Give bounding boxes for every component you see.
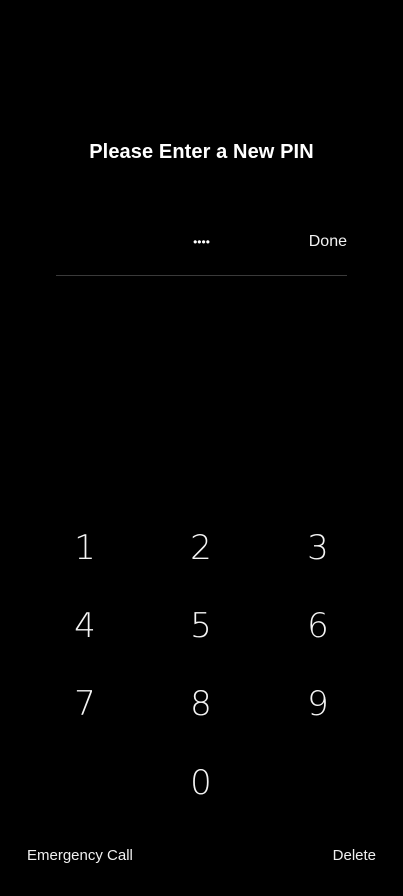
pin-underline-divider: [56, 275, 347, 276]
key-4[interactable]: 4: [27, 588, 143, 664]
page-title: Please Enter a New PIN: [89, 141, 314, 163]
lock-screen: Please Enter a New PIN •••• Done 1 2 3 4…: [0, 0, 403, 896]
emergency-call-button[interactable]: Emergency Call: [27, 847, 133, 864]
key-5[interactable]: 5: [143, 588, 259, 664]
key-6[interactable]: 6: [260, 588, 376, 664]
camera-notch: [178, 0, 225, 24]
key-1[interactable]: 1: [27, 510, 143, 586]
key-8[interactable]: 8: [143, 666, 259, 742]
key-3[interactable]: 3: [260, 510, 376, 586]
key-9[interactable]: 9: [260, 666, 376, 742]
key-2[interactable]: 2: [143, 510, 259, 586]
key-7[interactable]: 7: [27, 666, 143, 742]
delete-button[interactable]: Delete: [333, 847, 376, 864]
pin-entry-row: •••• Done: [56, 226, 347, 264]
pin-masked-field[interactable]: ••••: [56, 232, 347, 252]
key-0[interactable]: 0: [143, 745, 259, 821]
done-button[interactable]: Done: [309, 233, 347, 251]
